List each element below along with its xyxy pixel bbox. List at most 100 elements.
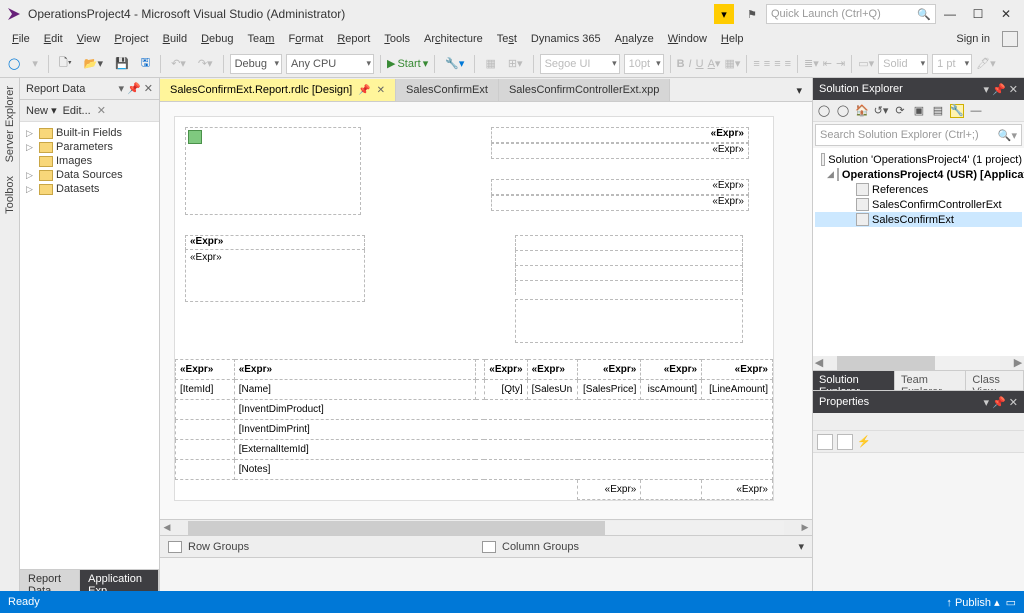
se-properties-icon[interactable]: 🔧: [950, 104, 964, 118]
tablix-cell[interactable]: [176, 400, 235, 420]
menu-debug[interactable]: Debug: [195, 31, 239, 47]
tablix-cell[interactable]: [641, 480, 702, 500]
rd-new-button[interactable]: New ▾: [26, 104, 57, 117]
account-settings-button[interactable]: [1002, 31, 1018, 47]
tab-report-data[interactable]: Report Data: [20, 570, 80, 591]
tablix-header[interactable]: «Expr»: [527, 360, 578, 380]
pin-icon[interactable]: 📌: [358, 85, 370, 96]
nav-back-button[interactable]: ◯: [4, 55, 24, 72]
open-file-button[interactable]: 📂▾: [80, 55, 107, 72]
se-showall-icon[interactable]: ▤: [931, 104, 945, 118]
start-button[interactable]: ▶ Start ▾: [387, 57, 428, 70]
pin-icon[interactable]: ▾ 📌 ✕: [983, 83, 1018, 96]
row-groups-label[interactable]: Row Groups: [160, 536, 474, 557]
menu-view[interactable]: View: [71, 31, 107, 47]
rd-edit-button[interactable]: Edit...: [63, 105, 91, 117]
tab-team-explorer[interactable]: Team Explorer: [895, 371, 966, 390]
maximize-button[interactable]: ☐: [964, 4, 992, 24]
report-image-placeholder[interactable]: [185, 127, 361, 215]
menu-format[interactable]: Format: [282, 31, 329, 47]
pin-icon[interactable]: ▾ 📌 ✕: [983, 396, 1018, 409]
minimize-button[interactable]: —: [936, 4, 964, 24]
scroll-right-icon[interactable]: ▶: [798, 522, 812, 533]
rd-parameters[interactable]: ▷Parameters: [22, 140, 157, 154]
expr-line[interactable]: [515, 235, 743, 250]
tablix-cell[interactable]: [176, 440, 235, 460]
rd-datasources[interactable]: ▷Data Sources: [22, 168, 157, 182]
tablix-cell[interactable]: «Expr»: [702, 480, 773, 500]
se-refresh-icon[interactable]: ⟳: [893, 104, 907, 118]
se-fwd-icon[interactable]: ◯: [836, 104, 850, 118]
doc-tab-controllerext[interactable]: SalesConfirmControllerExt.xpp: [499, 79, 670, 101]
column-groups-label[interactable]: Column Groups: [474, 536, 788, 557]
feedback-flag-icon[interactable]: ▾: [714, 4, 734, 24]
solution-root[interactable]: Solution 'OperationsProject4' (1 project…: [815, 152, 1022, 167]
menu-dynamics[interactable]: Dynamics 365: [525, 31, 607, 47]
project-node[interactable]: ◢OperationsProject4 (USR) [Application S: [815, 167, 1022, 182]
lines-block[interactable]: [515, 235, 743, 343]
solution-search-input[interactable]: Search Solution Explorer (Ctrl+;) 🔍▾: [815, 124, 1022, 146]
tablix-cell[interactable]: [InventDimProduct]: [234, 400, 772, 420]
server-explorer-tab[interactable]: Server Explorer: [2, 80, 18, 168]
designer-h-scrollbar[interactable]: ◀ ▶: [160, 519, 812, 535]
menu-build[interactable]: Build: [157, 31, 193, 47]
tablix-header[interactable]: «Expr»: [176, 360, 235, 380]
publish-button[interactable]: ↑ Publish ▴: [946, 596, 999, 609]
report-designer-surface[interactable]: «Expr» «Expr» «Expr» «Expr» «Expr» «Expr…: [160, 102, 812, 519]
expr-line[interactable]: [515, 265, 743, 280]
expr-cell[interactable]: «Expr»: [185, 250, 365, 302]
quick-launch-input[interactable]: Quick Launch (Ctrl+Q) 🔍: [766, 4, 936, 24]
tablix-cell[interactable]: [SalesPrice]: [578, 380, 641, 400]
tablix-header[interactable]: «Expr»: [641, 360, 702, 380]
expr-line[interactable]: [515, 280, 743, 295]
expr-line[interactable]: [515, 250, 743, 265]
se-sync-icon[interactable]: ↺▾: [874, 104, 888, 118]
signin-link[interactable]: Sign in: [950, 31, 996, 47]
solution-tree[interactable]: Solution 'OperationsProject4' (1 project…: [813, 148, 1024, 356]
report-data-tree[interactable]: ▷Built-in Fields ▷Parameters Images ▷Dat…: [20, 122, 159, 569]
tablix-cell[interactable]: iscAmount]: [641, 380, 702, 400]
group-menu-button[interactable]: ▾: [798, 540, 804, 553]
notifications-icon[interactable]: ⚑: [742, 4, 762, 24]
solution-platform-combo[interactable]: Any CPU: [286, 54, 374, 74]
tablix-cell[interactable]: [475, 380, 484, 400]
tablix-cell[interactable]: [ExternalItemId]: [234, 440, 772, 460]
save-all-button[interactable]: 🖫: [137, 52, 154, 75]
se-back-icon[interactable]: ◯: [817, 104, 831, 118]
scroll-left-icon[interactable]: ◀: [160, 522, 174, 533]
rd-delete-button[interactable]: ✕: [97, 104, 106, 117]
solution-config-combo[interactable]: Debug: [230, 54, 282, 74]
expr-cell[interactable]: «Expr»: [491, 179, 749, 195]
doc-tab-salesconfirmext[interactable]: SalesConfirmExt: [396, 79, 499, 101]
rd-datasets[interactable]: ▷Datasets: [22, 182, 157, 196]
menu-report[interactable]: Report: [331, 31, 376, 47]
tablix-cell[interactable]: [176, 420, 235, 440]
expr-cell[interactable]: «Expr»: [185, 235, 365, 250]
file-salesconfirmext[interactable]: SalesConfirmExt: [815, 212, 1022, 227]
rd-builtin-fields[interactable]: ▷Built-in Fields: [22, 126, 157, 140]
redo-button[interactable]: ↷▾: [194, 55, 217, 72]
menu-project[interactable]: Project: [108, 31, 154, 47]
tab-overflow-button[interactable]: ▾: [786, 79, 812, 101]
expr-cell[interactable]: «Expr»: [491, 143, 749, 159]
tablix-cell[interactable]: [Qty]: [484, 380, 527, 400]
scroll-thumb[interactable]: [837, 356, 935, 370]
categorized-icon[interactable]: [817, 434, 833, 450]
expr-cell[interactable]: «Expr»: [491, 195, 749, 211]
menu-file[interactable]: File: [6, 31, 36, 47]
tab-application-explorer[interactable]: Application Exp...: [80, 570, 159, 591]
tablix-header[interactable]: «Expr»: [702, 360, 773, 380]
properties-object-combo[interactable]: [813, 413, 1024, 431]
menu-tools[interactable]: Tools: [378, 31, 416, 47]
menu-analyze[interactable]: Analyze: [609, 31, 660, 47]
se-home-icon[interactable]: 🏠: [855, 104, 869, 118]
report-body[interactable]: «Expr» «Expr» «Expr» «Expr» «Expr» «Expr…: [174, 116, 774, 501]
alphabetical-icon[interactable]: [837, 434, 853, 450]
tablix-cell[interactable]: [InventDimPrint]: [234, 420, 772, 440]
report-tablix[interactable]: «Expr» «Expr» «Expr» «Expr» «Expr» «Expr…: [175, 359, 773, 500]
menu-help[interactable]: Help: [715, 31, 750, 47]
solution-h-scrollbar[interactable]: ◀▶: [813, 356, 1024, 370]
expr-block[interactable]: [515, 299, 743, 343]
build-button[interactable]: 🔧▾: [441, 55, 468, 72]
status-notifications-icon[interactable]: ▭: [1006, 596, 1016, 609]
